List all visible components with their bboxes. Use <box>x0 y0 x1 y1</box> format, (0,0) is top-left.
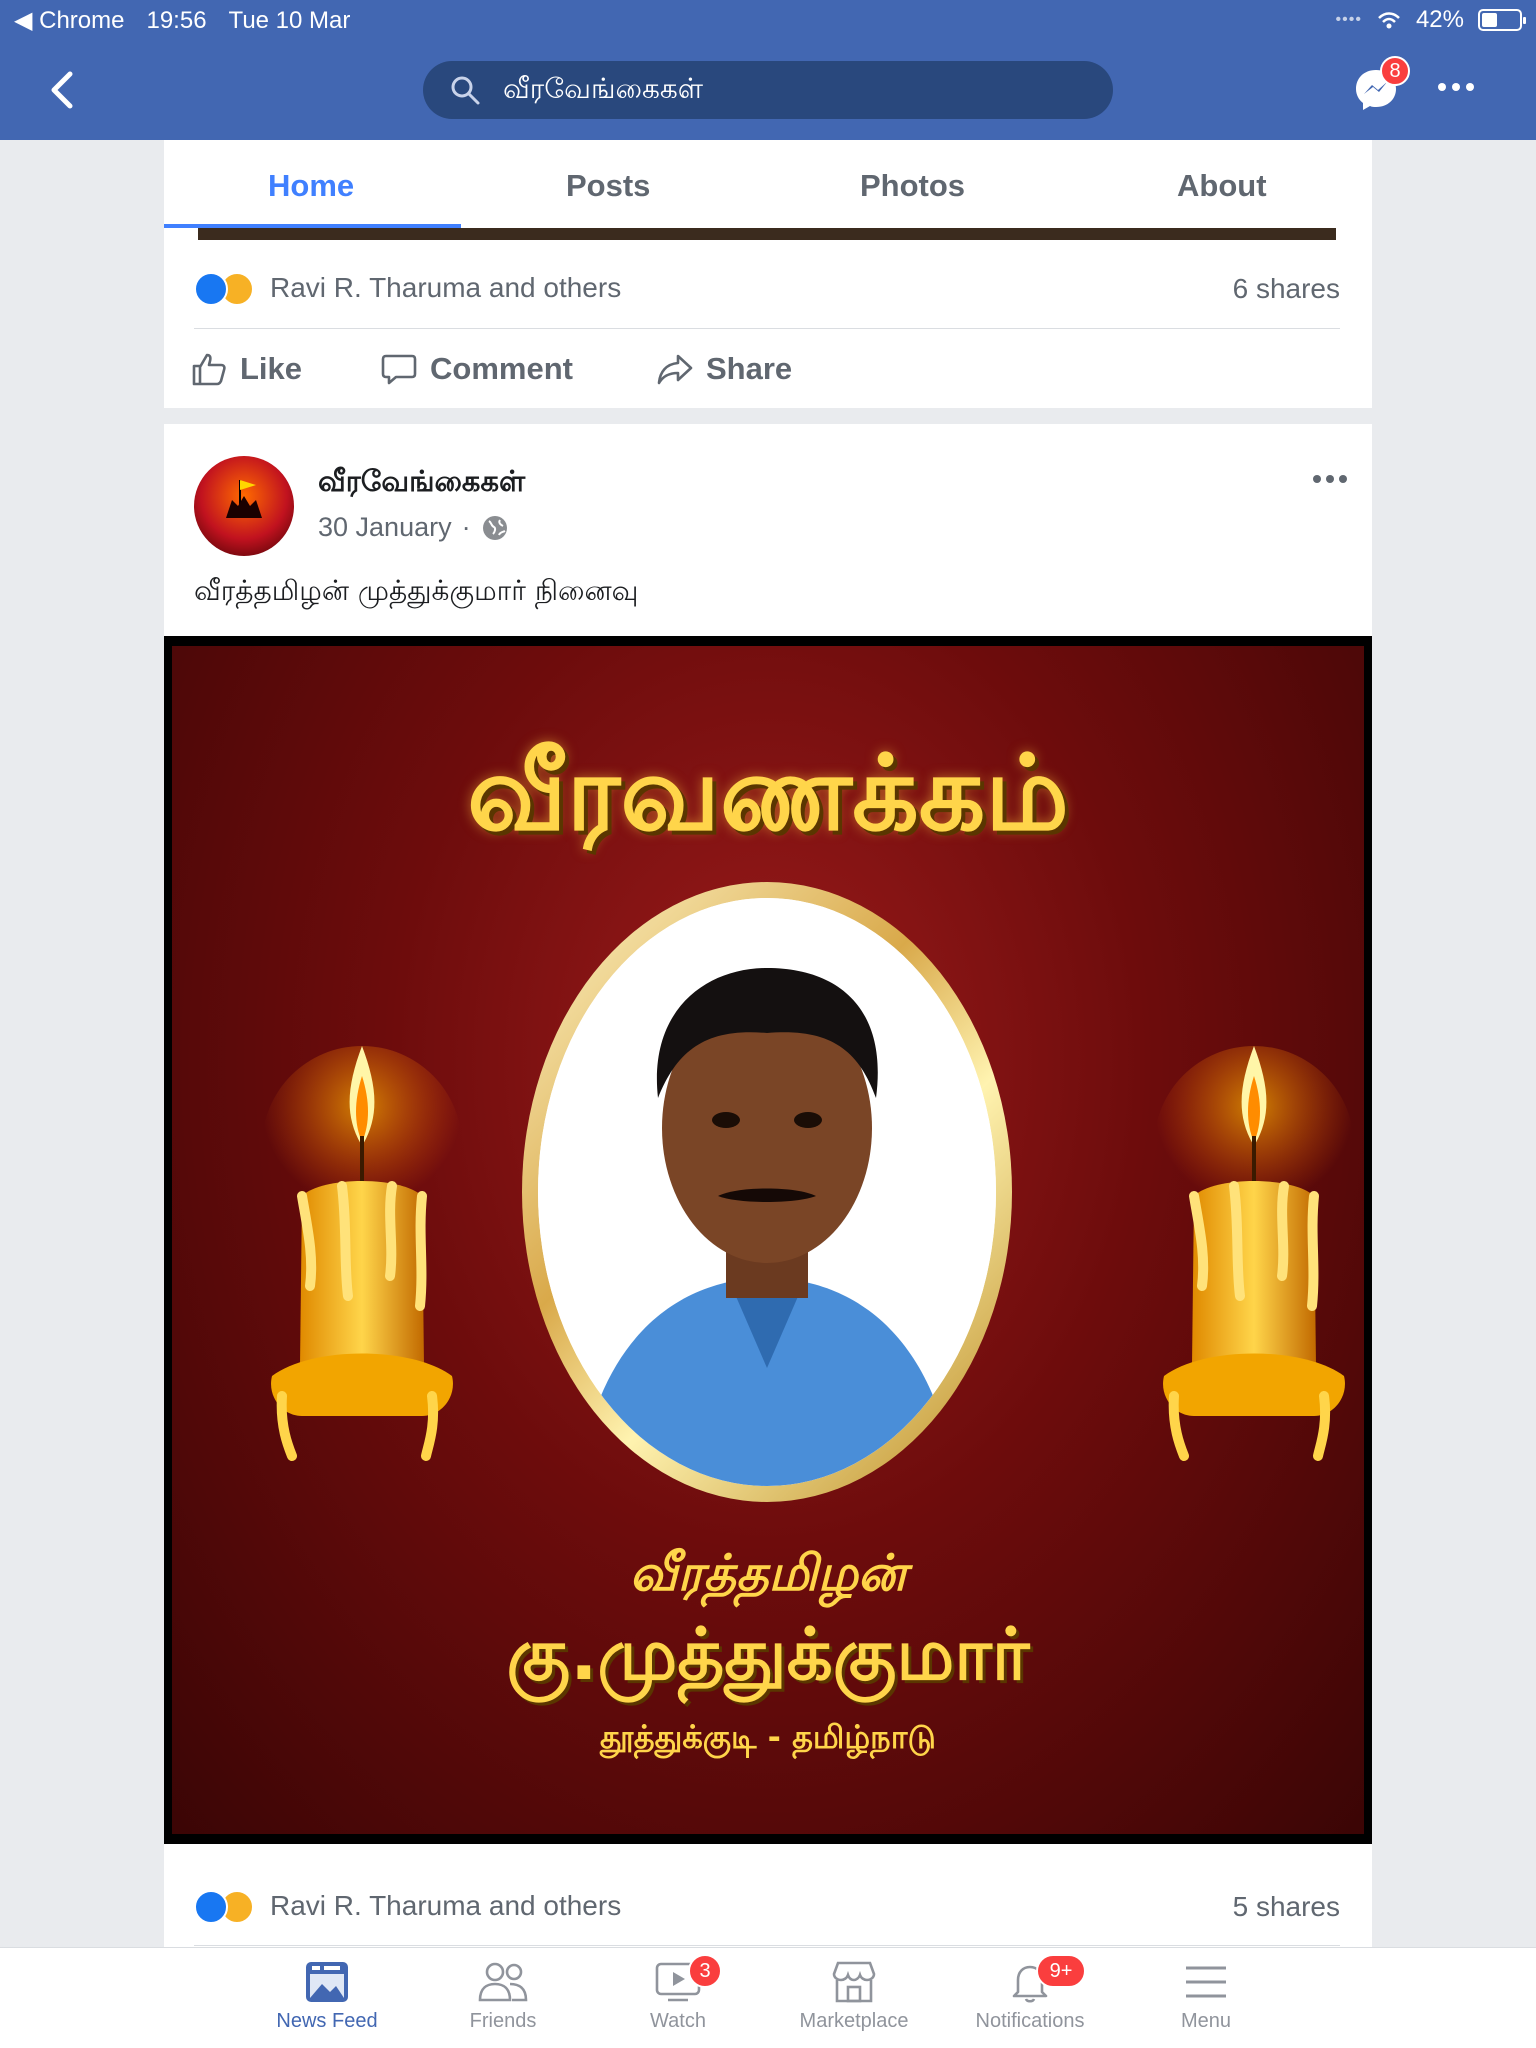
meta-dot: · <box>461 512 471 542</box>
back-to-app[interactable]: ◀ Chrome <box>14 6 124 35</box>
nav-notifications[interactable]: Notifications 9+ <box>942 1954 1118 2033</box>
page-tabs: Home Posts Photos About <box>164 140 1372 232</box>
nav-watch[interactable]: Watch 3 <box>590 1954 766 2033</box>
shares-count[interactable]: 5 shares <box>1233 1891 1340 1923</box>
divider <box>194 1945 1340 1946</box>
search-icon <box>451 76 480 105</box>
portrait-frame <box>522 882 1012 1502</box>
wifi-icon <box>1378 12 1400 29</box>
page-name[interactable]: வீரவேங்கைகள் <box>318 464 525 502</box>
share-icon <box>657 354 693 385</box>
watch-badge: 3 <box>688 1954 722 1988</box>
nav-label: Watch <box>650 2010 706 2032</box>
share-label: Share <box>706 351 793 386</box>
more-options-icon[interactable] <box>1436 80 1476 94</box>
previous-post-image-edge <box>198 228 1336 240</box>
page-avatar[interactable] <box>194 456 294 556</box>
battery-percent: 42% <box>1415 6 1464 33</box>
nav-marketplace[interactable]: Marketplace <box>766 1960 942 2033</box>
comment-label: Comment <box>430 351 573 386</box>
poster-line-1: வீரத்தமிழன் <box>629 1544 907 1602</box>
post-date[interactable]: 30 January <box>318 512 452 543</box>
post-card: வீரவேங்கைகள் 30 January · வீரத்தமிழன் மு… <box>164 424 1372 636</box>
top-bar: ◀ Chrome 19:56 Tue 10 Mar •••• 42% வீரவே… <box>0 0 1536 140</box>
back-chevron-icon[interactable] <box>44 68 80 112</box>
notifications-badge: 9+ <box>1036 1954 1086 1988</box>
reaction-icons <box>194 1888 264 1924</box>
friends-icon <box>478 1962 528 2002</box>
battery-icon <box>1478 9 1526 31</box>
tab-home[interactable]: Home <box>268 168 354 204</box>
post-options-icon[interactable] <box>1312 474 1348 484</box>
nav-label: Menu <box>1180 2010 1232 2032</box>
reaction-icons <box>194 270 264 306</box>
thumbs-up-icon <box>192 353 226 386</box>
nav-label: Notifications <box>975 2010 1085 2032</box>
like-reaction-icon <box>194 1890 228 1924</box>
candle-left-icon <box>262 1046 462 1461</box>
poster-background: வீரவணக்கம் வீரத்தமிழன் கு.முத்துக்குமார்… <box>172 646 1364 1834</box>
signal-dots-icon: •••• <box>1335 11 1362 28</box>
nav-label: Marketplace <box>799 2010 909 2032</box>
status-date: Tue 10 Mar <box>228 6 351 34</box>
reactions-text: Ravi R. Tharuma and others <box>270 272 622 303</box>
post-text: வீரத்தமிழன் முத்துக்குமார் நினைவு <box>194 574 639 607</box>
candle-right-icon <box>1154 1046 1354 1461</box>
like-reaction-icon <box>194 272 228 306</box>
poster-title: வீரவணக்கம் <box>467 732 1069 854</box>
nav-menu[interactable]: Menu <box>1118 1960 1294 2033</box>
marketplace-icon <box>832 1961 876 2003</box>
reactions-summary[interactable]: Ravi R. Tharuma and others <box>194 270 621 306</box>
poster-line-2: கு.முத்துக்குமார் <box>506 1612 1030 1696</box>
divider <box>194 328 1340 329</box>
post-meta: 30 January · <box>318 512 509 543</box>
post-footer: Ravi R. Tharuma and others 5 shares <box>164 1844 1372 1947</box>
comment-button[interactable]: Comment <box>380 350 573 388</box>
status-time: 19:56 <box>146 6 207 34</box>
post-card-previous: Ravi R. Tharuma and others 6 shares Like… <box>164 228 1372 408</box>
search-text: வீரவேங்கைகள் <box>503 71 704 105</box>
post-image[interactable]: வீரவணக்கம் வீரத்தமிழன் கு.முத்துக்குமார்… <box>164 636 1372 1844</box>
nav-label: Friends <box>469 2010 537 2032</box>
poster-line-3: தூத்துக்குடி - தமிழ்நாடு <box>600 1718 936 1756</box>
hamburger-icon <box>1186 1966 1226 1998</box>
like-label: Like <box>240 351 303 386</box>
bottom-tab-bar: News Feed Friends Watch 3 Marketplace No… <box>0 1947 1536 2048</box>
globe-icon <box>482 515 507 540</box>
search-bar[interactable]: வீரவேங்கைகள் <box>423 61 1113 119</box>
messenger-badge: 8 <box>1380 56 1410 86</box>
nav-friends[interactable]: Friends <box>415 1960 591 2033</box>
nav-news-feed[interactable]: News Feed <box>239 1960 415 2033</box>
tab-photos[interactable]: Photos <box>860 168 965 204</box>
tab-posts[interactable]: Posts <box>566 168 650 204</box>
tab-about[interactable]: About <box>1177 168 1267 204</box>
portrait-photo <box>538 898 996 1486</box>
share-button[interactable]: Share <box>656 350 792 388</box>
battery-fill <box>1482 13 1497 27</box>
shares-count[interactable]: 6 shares <box>1233 273 1340 305</box>
status-bar: ◀ Chrome 19:56 Tue 10 Mar •••• 42% <box>0 0 1536 40</box>
news-feed-icon <box>306 1962 348 2002</box>
person-portrait-icon <box>538 898 996 1486</box>
flag-logo-icon <box>226 480 262 518</box>
nav-label: News Feed <box>276 2010 378 2032</box>
status-app: Chrome <box>39 7 125 34</box>
comment-icon <box>381 354 417 385</box>
reactions-text: Ravi R. Tharuma and others <box>270 1890 622 1921</box>
like-button[interactable]: Like <box>190 350 302 388</box>
reactions-summary[interactable]: Ravi R. Tharuma and others <box>194 1888 621 1924</box>
